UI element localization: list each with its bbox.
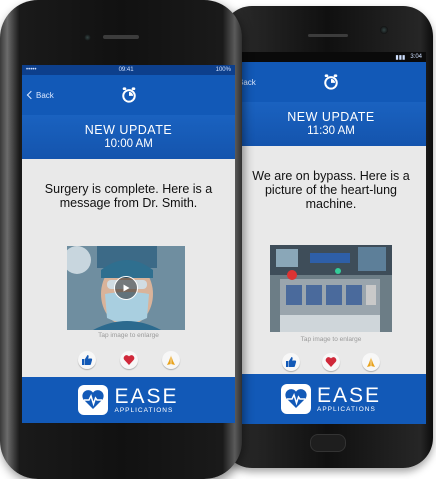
home-button[interactable]: [310, 434, 346, 452]
update-title: NEW UPDATE: [287, 110, 375, 124]
update-time: 11:30 AM: [307, 125, 355, 137]
surgeon-video-thumbnail[interactable]: [67, 246, 185, 330]
play-button[interactable]: [114, 276, 138, 300]
earpiece: [103, 35, 139, 39]
battery-indicator: 100%: [215, 67, 231, 73]
thumbs-up-button[interactable]: [282, 353, 300, 371]
heart-button[interactable]: [322, 353, 340, 371]
brand-wordmark: EASE APPLICATIONS: [317, 385, 381, 414]
signal-dots: •••••: [26, 67, 37, 73]
back-chevron-icon: [26, 90, 36, 100]
app-screen-right: ▮▮▮ 3:04 Back NEW UPDATE 11:30 AM We are…: [236, 52, 426, 424]
update-message: We are on bypass. Here is a picture of t…: [252, 169, 410, 211]
signal-icon: ▮▮▮: [395, 54, 406, 61]
thumbs-up-icon: [286, 357, 297, 367]
back-label: Back: [36, 90, 54, 100]
status-time: 09:41: [118, 67, 134, 73]
reaction-row: [22, 351, 235, 369]
prayer-icon: [367, 357, 375, 367]
thumbs-up-button[interactable]: [77, 351, 96, 369]
machine-image: [270, 245, 392, 332]
front-camera: [84, 34, 91, 41]
prayer-button[interactable]: [362, 353, 380, 371]
brand-name: EASE: [114, 384, 179, 408]
update-header: NEW UPDATE 11:30 AM: [236, 102, 426, 146]
prayer-icon: [166, 355, 175, 365]
navbar: Back: [236, 62, 426, 102]
brand-name: EASE: [316, 383, 382, 407]
ease-logo-icon: [78, 385, 109, 415]
prayer-button[interactable]: [161, 351, 180, 369]
ease-logo-icon: [280, 384, 311, 414]
front-camera: [380, 26, 388, 34]
status-time: 3:04: [410, 54, 422, 60]
tap-hint: Tap image to enlarge: [300, 336, 362, 343]
brand-tagline: APPLICATIONS: [114, 406, 174, 414]
update-message: Surgery is complete. Here is a message f…: [44, 182, 213, 210]
status-bar: ••••• 09:41 100%: [22, 65, 235, 75]
navbar: Back: [22, 75, 235, 115]
thumbs-up-icon: [81, 355, 92, 365]
heart-lung-machine-photo[interactable]: [270, 245, 392, 332]
update-title: NEW UPDATE: [84, 123, 173, 137]
back-button[interactable]: Back: [26, 90, 54, 100]
tap-hint: Tap image to enlarge: [98, 332, 159, 339]
play-icon: [123, 284, 130, 292]
heart-button[interactable]: [119, 351, 138, 369]
reaction-row: [236, 353, 426, 371]
brand-footer: EASE APPLICATIONS: [22, 377, 235, 423]
clock-logo-icon: [121, 87, 136, 103]
brand-wordmark: EASE APPLICATIONS: [114, 386, 178, 415]
status-bar: ▮▮▮ 3:04: [236, 52, 426, 62]
brand-tagline: APPLICATIONS: [316, 405, 376, 413]
heart-icon: [123, 355, 134, 365]
heart-icon: [325, 357, 337, 367]
earpiece: [308, 34, 348, 37]
update-time: 10:00 AM: [104, 138, 153, 150]
update-header: NEW UPDATE 10:00 AM: [22, 115, 235, 159]
clock-logo-icon: [324, 74, 338, 90]
app-screen-left: ••••• 09:41 100% Back NEW UPDATE 10:00 A…: [22, 65, 235, 423]
brand-footer: EASE APPLICATIONS: [236, 374, 426, 424]
